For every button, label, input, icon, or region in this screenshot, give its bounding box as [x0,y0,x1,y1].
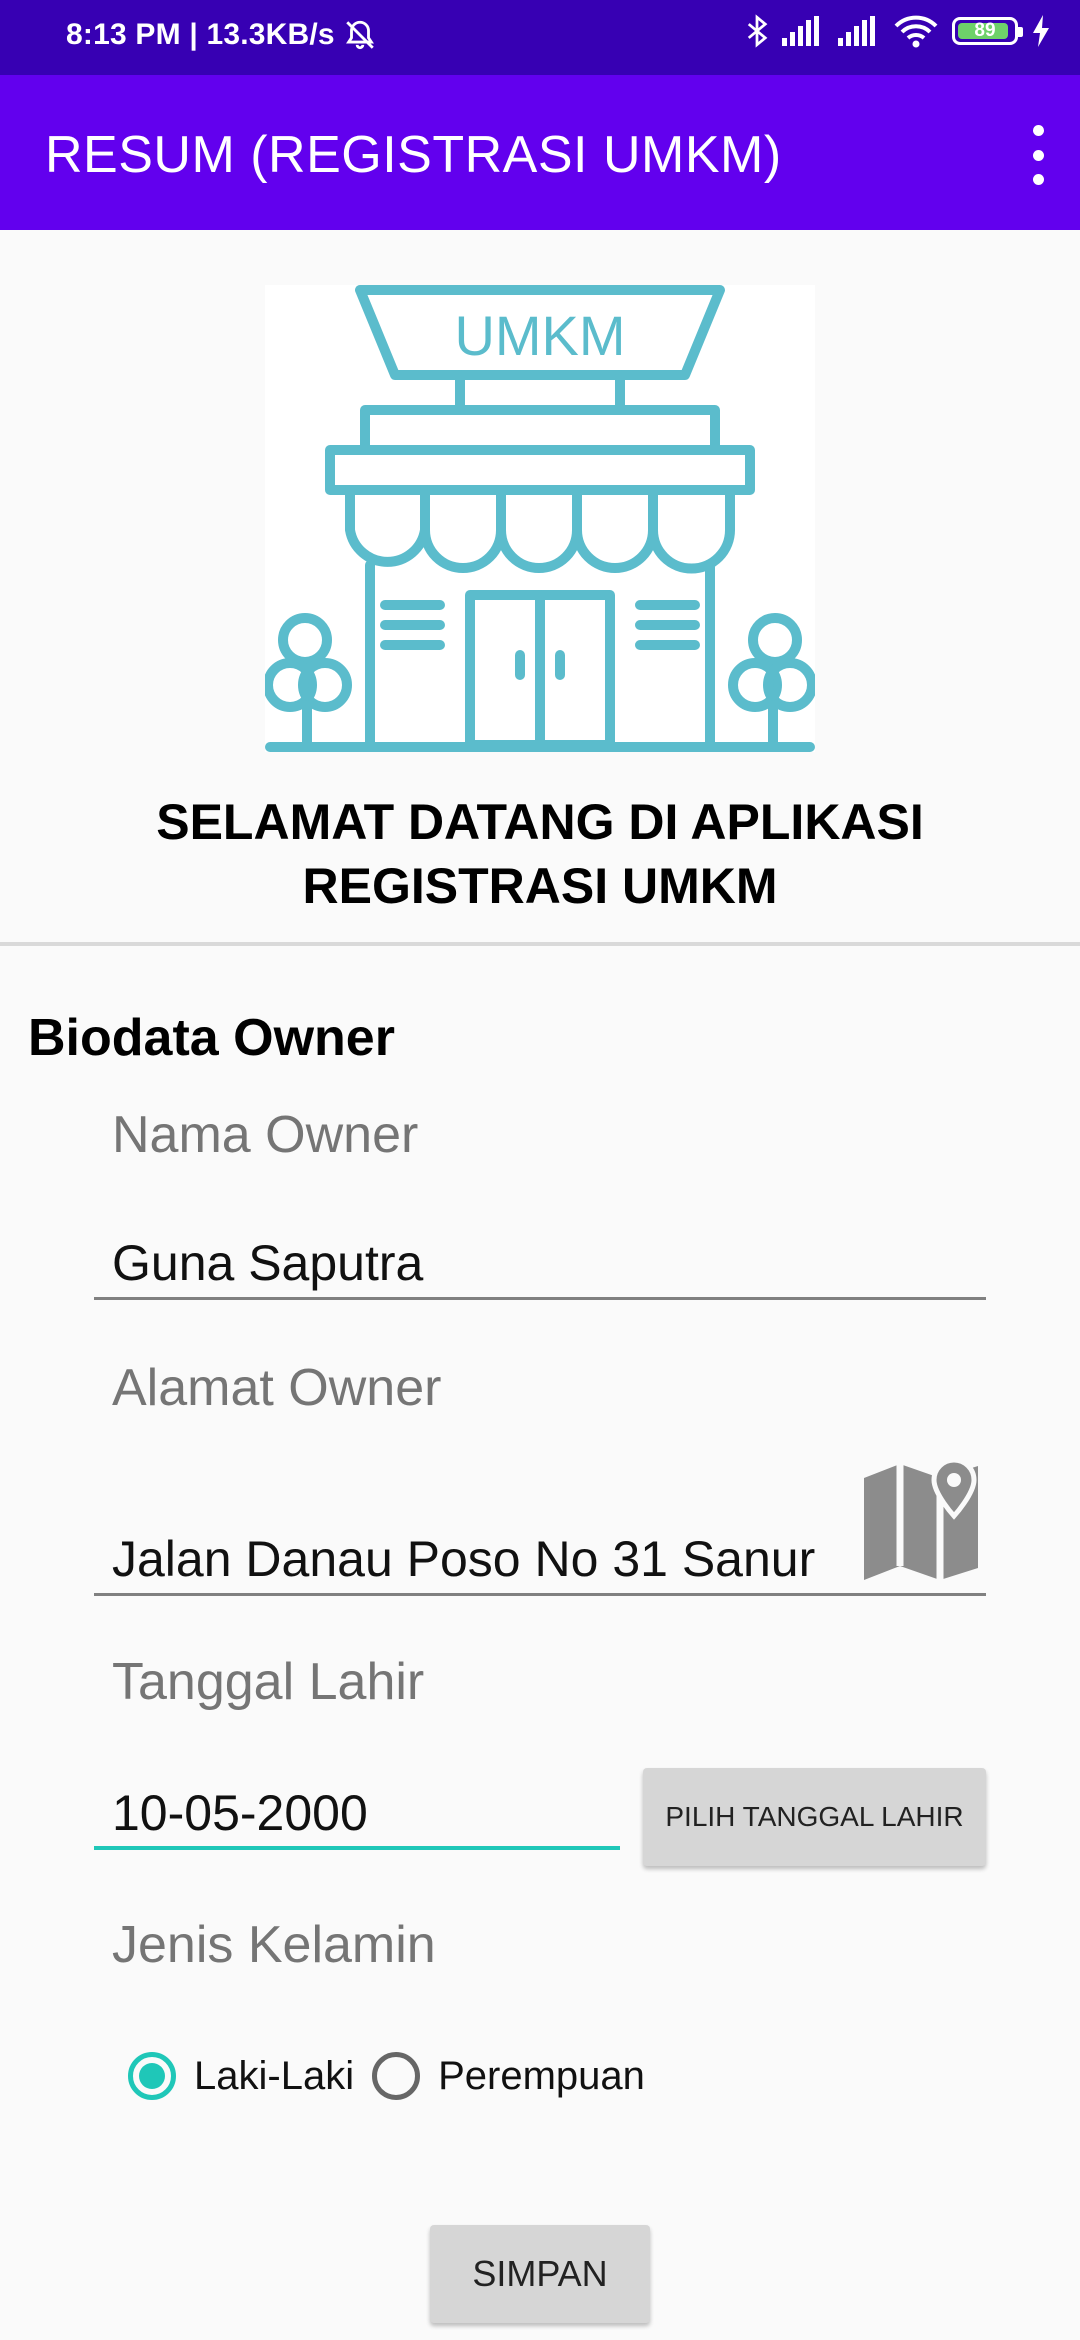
status-bar: 8:13 PM | 13.3KB/s 89 [0,0,1080,75]
alamat-owner-underline [94,1593,986,1596]
nama-owner-value: Guna Saputra [112,1235,424,1291]
welcome-line-2: REGISTRASI UMKM [302,858,778,914]
status-right: 89 [746,14,1050,48]
simpan-button[interactable]: SIMPAN [430,2225,650,2323]
tanggal-lahir-label: Tanggal Lahir [112,1653,425,1711]
wifi-icon [894,15,938,48]
pilih-tanggal-lahir-button[interactable]: PILIH TANGGAL LAHIR [643,1768,986,1866]
battery-level: 89 [974,20,996,41]
signal-icon [782,16,819,46]
section-title: Biodata Owner [28,1009,395,1067]
app-title: RESUM (REGISTRASI UMKM) [45,126,782,184]
jenis-kelamin-label: Jenis Kelamin [112,1916,436,1974]
logo-sign-text: UMKM [454,304,625,367]
gender-radio-group: Laki-Laki Perempuan [128,2052,663,2100]
more-vert-icon[interactable] [1018,125,1058,185]
welcome-line-1: SELAMAT DATANG DI APLIKASI [156,794,924,850]
mute-icon [345,20,374,50]
divider [0,942,1080,946]
welcome-heading: SELAMAT DATANG DI APLIKASI REGISTRASI UM… [0,790,1080,918]
signal-icon [838,16,875,46]
battery-icon: 89 [952,17,1023,45]
radio-perempuan-label: Perempuan [438,2053,645,2098]
bluetooth-icon [747,14,768,48]
app-bar: RESUM (REGISTRASI UMKM) [0,75,1080,230]
alamat-owner-input[interactable]: Jalan Danau Poso No 31 Sanur [94,1516,986,1596]
radio-perempuan[interactable]: Perempuan [372,2052,645,2100]
status-time-speed: 8:13 PM | 13.3KB/s [66,18,335,51]
status-left: 8:13 PM | 13.3KB/s [66,18,377,52]
nama-owner-underline [94,1297,986,1300]
nama-owner-label: Nama Owner [112,1106,419,1164]
umkm-store-logo: UMKM [263,285,817,752]
map-icon[interactable] [860,1458,992,1583]
alamat-owner-value: Jalan Danau Poso No 31 Sanur [112,1531,816,1587]
nama-owner-input[interactable]: Guna Saputra [94,1220,986,1300]
radio-unchecked-icon [372,2052,421,2100]
alamat-owner-label: Alamat Owner [112,1359,442,1417]
radio-checked-icon [128,2052,176,2100]
radio-laki-laki[interactable]: Laki-Laki [128,2052,354,2100]
tanggal-lahir-input[interactable]: 10-05-2000 [94,1770,620,1850]
charging-icon [1033,15,1049,47]
radio-laki-laki-label: Laki-Laki [194,2053,355,2098]
tanggal-lahir-value: 10-05-2000 [112,1785,368,1841]
tanggal-lahir-underline [94,1846,620,1850]
